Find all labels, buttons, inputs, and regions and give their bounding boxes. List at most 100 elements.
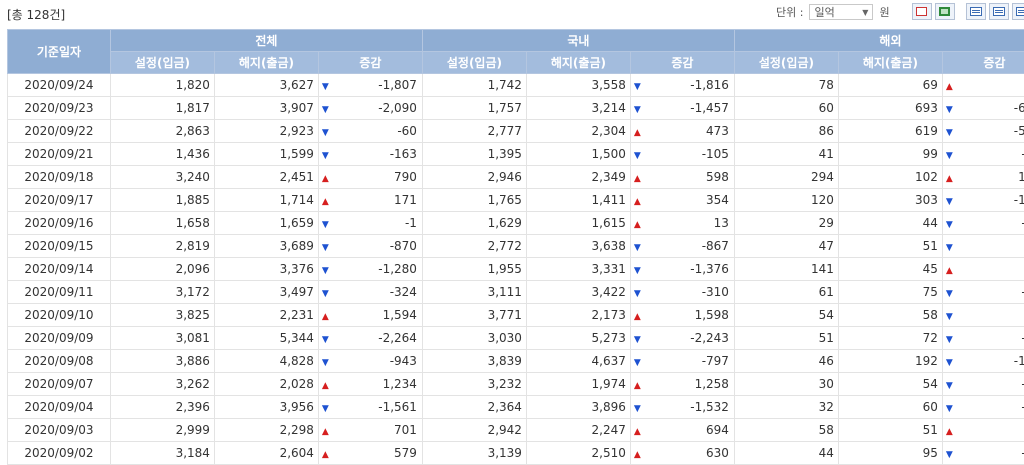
col-header-change[interactable]: 증감 (630, 52, 734, 74)
unit-label: 단위 : (776, 4, 803, 20)
domestic-change-cell: -310 (648, 281, 735, 304)
domestic-deposit-cell: 2,364 (422, 396, 526, 419)
col-header-deposit[interactable]: 설정(입금) (734, 52, 838, 74)
triangle-down-icon: ▼ (946, 358, 953, 368)
overseas-withdrawal-cell: 72 (838, 327, 942, 350)
total-change-direction: ▲ (318, 166, 336, 189)
overseas-withdrawal-cell: 60 (838, 396, 942, 419)
domestic-change-cell: 598 (648, 166, 735, 189)
total-withdrawal-cell: 2,231 (214, 304, 318, 327)
overseas-change-cell: -4 (960, 235, 1024, 258)
table-row: 2020/09/032,9992,298▲7012,9422,247▲69458… (8, 419, 1024, 442)
overseas-change-direction: ▼ (942, 281, 960, 304)
overseas-change-cell: -633 (960, 97, 1024, 120)
triangle-down-icon: ▼ (634, 335, 641, 345)
col-header-withdrawal[interactable]: 해지(출금) (838, 52, 942, 74)
excel-icon[interactable] (935, 3, 955, 20)
overseas-change-direction: ▼ (942, 97, 960, 120)
table-row: 2020/09/113,1723,497▼-3243,1113,422▼-310… (8, 281, 1024, 304)
date-cell: 2020/09/16 (8, 212, 111, 235)
total-withdrawal-cell: 3,627 (214, 74, 318, 97)
triangle-up-icon: ▲ (634, 312, 641, 322)
total-count: [총 128건] (7, 6, 65, 23)
domestic-deposit-cell: 3,111 (422, 281, 526, 304)
table-row: 2020/09/042,3963,956▼-1,5612,3643,896▼-1… (8, 396, 1024, 419)
table-row: 2020/09/083,8864,828▼-9433,8394,637▼-797… (8, 350, 1024, 373)
col-header-withdrawal[interactable]: 해지(출금) (526, 52, 630, 74)
overseas-change-cell: 192 (960, 166, 1024, 189)
triangle-down-icon: ▼ (946, 197, 953, 207)
triangle-down-icon: ▼ (946, 381, 953, 391)
domestic-change-direction: ▼ (630, 258, 648, 281)
domestic-deposit-cell: 3,771 (422, 304, 526, 327)
overseas-withdrawal-cell: 54 (838, 373, 942, 396)
domestic-withdrawal-cell: 2,247 (526, 419, 630, 442)
pdf-icon[interactable] (912, 3, 932, 20)
domestic-change-cell: -2,243 (648, 327, 735, 350)
overseas-change-cell: -24 (960, 373, 1024, 396)
table-view-icon[interactable] (1012, 3, 1024, 20)
overseas-change-cell: -4 (960, 304, 1024, 327)
total-deposit-cell: 2,096 (110, 258, 214, 281)
triangle-down-icon: ▼ (322, 220, 329, 230)
date-cell: 2020/09/04 (8, 396, 111, 419)
triangle-down-icon: ▼ (946, 312, 953, 322)
total-deposit-cell: 2,819 (110, 235, 214, 258)
total-withdrawal-cell: 3,956 (214, 396, 318, 419)
col-header-withdrawal[interactable]: 해지(출금) (214, 52, 318, 74)
col-header-change[interactable]: 증감 (318, 52, 422, 74)
col-header-deposit[interactable]: 설정(입금) (110, 52, 214, 74)
total-change-direction: ▼ (318, 327, 336, 350)
overseas-change-cell: -183 (960, 189, 1024, 212)
group-header-total: 전체 (110, 30, 422, 52)
total-change-direction: ▼ (318, 396, 336, 419)
domestic-change-cell: -1,376 (648, 258, 735, 281)
domestic-change-direction: ▲ (630, 419, 648, 442)
total-change-cell: 1,594 (336, 304, 423, 327)
date-cell: 2020/09/21 (8, 143, 111, 166)
unit-select[interactable]: 일억 ▼ (809, 4, 873, 20)
total-withdrawal-cell: 3,376 (214, 258, 318, 281)
overseas-change-direction: ▲ (942, 258, 960, 281)
total-change-cell: -1,280 (336, 258, 423, 281)
triangle-down-icon: ▼ (946, 105, 953, 115)
overseas-change-direction: ▼ (942, 304, 960, 327)
date-cell: 2020/09/15 (8, 235, 111, 258)
domestic-change-cell: 694 (648, 419, 735, 442)
date-cell: 2020/09/22 (8, 120, 111, 143)
total-change-cell: -2,090 (336, 97, 423, 120)
overseas-withdrawal-cell: 75 (838, 281, 942, 304)
chart-view-icon[interactable] (989, 3, 1009, 20)
domestic-withdrawal-cell: 5,273 (526, 327, 630, 350)
domestic-deposit-cell: 2,777 (422, 120, 526, 143)
group-header-domestic: 국내 (422, 30, 734, 52)
overseas-change-direction: ▼ (942, 143, 960, 166)
total-change-direction: ▼ (318, 120, 336, 143)
overseas-deposit-cell: 46 (734, 350, 838, 373)
table-row: 2020/09/103,8252,231▲1,5943,7712,173▲1,5… (8, 304, 1024, 327)
domestic-change-cell: 354 (648, 189, 735, 212)
col-header-date[interactable]: 기준일자 (8, 30, 111, 74)
overseas-change-direction: ▲ (942, 74, 960, 97)
col-header-deposit[interactable]: 설정(입금) (422, 52, 526, 74)
table-row: 2020/09/231,8173,907▼-2,0901,7573,214▼-1… (8, 97, 1024, 120)
domestic-deposit-cell: 2,772 (422, 235, 526, 258)
overseas-deposit-cell: 47 (734, 235, 838, 258)
table-row: 2020/09/211,4361,599▼-1631,3951,500▼-105… (8, 143, 1024, 166)
col-header-change[interactable]: 증감 (942, 52, 1024, 74)
triangle-down-icon: ▼ (634, 105, 641, 115)
triangle-up-icon: ▲ (634, 381, 641, 391)
domestic-deposit-cell: 1,629 (422, 212, 526, 235)
table-row: 2020/09/171,8851,714▲1711,7651,411▲35412… (8, 189, 1024, 212)
triangle-up-icon: ▲ (946, 174, 953, 184)
table-row: 2020/09/183,2402,451▲7902,9462,349▲59829… (8, 166, 1024, 189)
total-change-cell: 1,234 (336, 373, 423, 396)
overseas-deposit-cell: 61 (734, 281, 838, 304)
domestic-change-direction: ▲ (630, 189, 648, 212)
overseas-change-cell: 96 (960, 258, 1024, 281)
domestic-change-cell: -867 (648, 235, 735, 258)
unit-suffix: 원 (879, 4, 889, 20)
triangle-down-icon: ▼ (322, 128, 329, 138)
overseas-change-cell: 7 (960, 419, 1024, 442)
list-view-icon[interactable] (966, 3, 986, 20)
